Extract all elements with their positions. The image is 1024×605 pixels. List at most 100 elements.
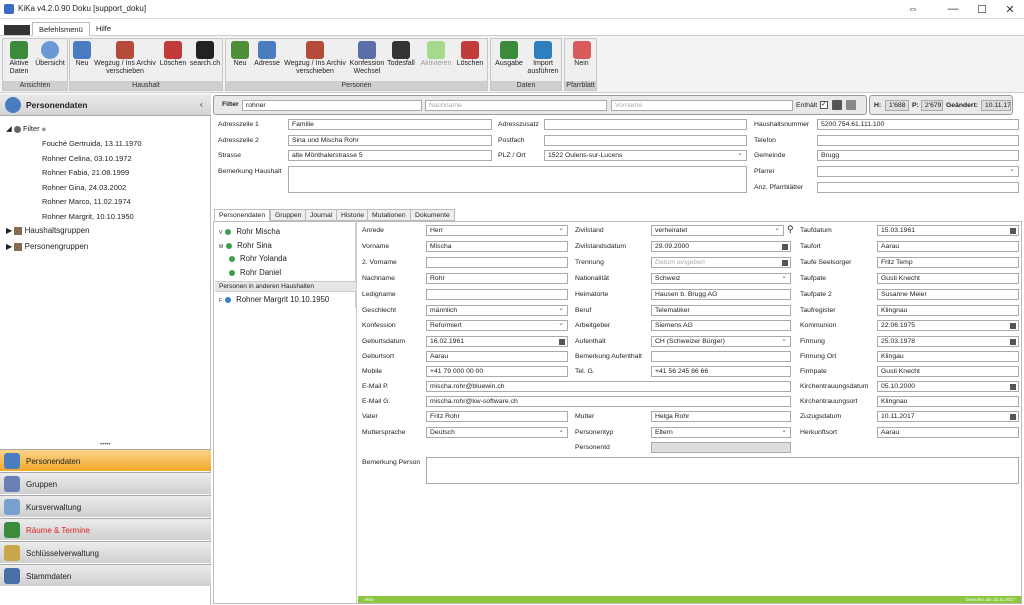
collapse-icon[interactable]: ‹ [200,100,203,109]
tree-item[interactable]: Rohner Marco, 11.02.1974 [42,197,131,206]
calendar-icon[interactable] [1010,414,1016,420]
ubersicht-button[interactable]: Übersicht [33,41,67,68]
nav-gruppen[interactable]: Gruppen [0,472,211,494]
calendar-icon[interactable] [782,260,788,266]
tab-historie[interactable]: Historie [336,209,370,221]
close-button[interactable]: ✕ [1000,3,1020,16]
tree-haushaltsgruppen[interactable]: ▶ Haushaltsgruppen [6,226,90,235]
konfession-wechsel-button[interactable]: Konfession Wechsel [348,41,386,76]
taufregister-input[interactable]: Klingnau [877,305,1019,316]
calendar-icon[interactable] [1010,323,1016,329]
geburtsort-input[interactable]: Aarau [426,351,568,362]
beruf-input[interactable]: Telematiker [651,305,791,316]
ausgabe-button[interactable]: Ausgabe [493,41,525,68]
tab-gruppen[interactable]: Gruppen [270,209,307,221]
adresszeile2-input[interactable]: Sina und Mischa Rohr [288,135,492,146]
calendar-icon[interactable] [1010,228,1016,234]
konfession-select[interactable]: Reformiert [426,320,568,331]
calendar-icon[interactable] [1010,384,1016,390]
strasse-input[interactable]: alte Mönthalerstrasse 5 [288,150,492,161]
haushalt-neu-button[interactable]: Neu [72,41,92,68]
tab-journal[interactable]: Journal [305,209,338,221]
anz-pfarrblatter-input[interactable] [817,182,1019,193]
adresszusatz-input[interactable] [544,119,747,130]
telefon-input[interactable] [817,135,1019,146]
postfach-input[interactable] [544,135,747,146]
enthalt-checkbox[interactable]: ✓ [820,101,828,109]
kirchentrauungsdatum-input[interactable]: 05.10.2000 [877,381,1019,392]
tab-befehlsmenu[interactable]: Befehlsmenü [32,22,90,36]
firmung-ort-input[interactable]: Klingau [877,351,1019,362]
tree-filter-node[interactable]: ◢ Filter ⊕ [6,124,46,133]
geschlecht-select[interactable]: männlich [426,305,568,316]
email-geschaft-input[interactable]: mischa.rohr@kw-software.ch [426,396,791,407]
nav-stammdaten[interactable]: Stammdaten [0,564,211,586]
email-privat-input[interactable]: mischa.rohr@bluewin.ch [426,381,791,392]
person-loschen-button[interactable]: Löschen [454,41,486,68]
mobile-input[interactable]: +41 79 000 00 00 [426,366,568,377]
bemerkung-haushalt-input[interactable] [288,166,747,193]
heimatorte-input[interactable]: Hausen b. Brugg AG [651,289,791,300]
filter-input[interactable]: rohner [242,100,422,111]
kommunion-input[interactable]: 22.06.1975 [877,320,1019,331]
plz-ort-select[interactable]: 1522 Oulens-sur-Lucens [544,150,747,161]
nav-schlusselverwaltung[interactable]: Schlüsselverwaltung [0,541,211,563]
herkunftsort-input[interactable]: Aarau [877,427,1019,438]
person-row[interactable]: Rohr Yolanda [229,254,287,263]
nav-kursverwaltung[interactable]: Kursverwaltung [0,495,211,517]
tree-item[interactable]: Fouché Gertruida, 13.11.1970 [42,139,142,148]
other-person-row[interactable]: F Rohner Margrit 10.10.1950 [219,295,329,304]
vorname-filter[interactable]: Vorname [611,100,793,111]
ledigname-input[interactable] [426,289,568,300]
taufpate-input[interactable]: Gusti Knecht [877,273,1019,284]
anrede-select[interactable]: Herr [426,225,568,236]
nachname-input[interactable]: Rohr [426,273,568,284]
bemerkung-aufenthalt-input[interactable] [651,351,791,362]
taufe-seelsorger-input[interactable]: Fritz Temp [877,257,1019,268]
calendar-icon[interactable] [1010,339,1016,345]
person-adresse-button[interactable]: Adresse [252,41,282,68]
tree-item[interactable]: Rohner Gina, 24.03.2002 [42,183,126,192]
nachname-filter[interactable]: Nachname [425,100,607,111]
app-menu-button[interactable] [4,25,30,35]
import-button[interactable]: Import ausführen [525,41,561,76]
haushaltsnummer-input[interactable]: 5200.754.61.111.100 [817,119,1019,130]
tab-hilfe[interactable]: Hilfe [90,22,117,36]
nav-raume-termine[interactable]: Räume & Termine [0,518,211,540]
clear-filter-icon[interactable] [846,100,856,110]
calendar-icon[interactable] [782,244,788,250]
personentyp-select[interactable]: Eltern [651,427,791,438]
taufort-input[interactable]: Aarau [877,241,1019,252]
bemerkung-person-input[interactable] [426,457,1019,484]
splitter-grip[interactable]: ••••• [100,442,111,448]
adresszeile1-input[interactable]: Familie [288,119,492,130]
tree-item[interactable]: Rohner Fabia, 21.08.1999 [42,168,129,177]
search-icon[interactable]: ⚲ [787,224,794,235]
mutter-input[interactable]: Helga Rohr [651,411,791,422]
gemeinde-input[interactable]: Brugg [817,150,1019,161]
haushalt-loschen-button[interactable]: Löschen [158,41,188,68]
person-row[interactable]: Rohr Daniel [229,268,281,277]
person-row[interactable]: V Rohr Mischa [219,227,280,236]
aktive-daten-button[interactable]: Aktive Daten [5,41,33,76]
tab-personendaten[interactable]: Personendaten [214,209,271,221]
taufpate2-input[interactable]: Susanne Meier [877,289,1019,300]
tab-mutationen[interactable]: Mutationen [367,209,411,221]
nav-personendaten[interactable]: Personendaten [0,449,211,471]
pfarrblatt-nein-button[interactable]: Nein [567,41,596,68]
aktivieren-button[interactable]: Aktivieren [418,41,454,68]
kirchentrauungsort-input[interactable]: Klingnau [877,396,1019,407]
zivilstandsdatum-input[interactable]: 29.09.2000 [651,241,791,252]
person-neu-button[interactable]: Neu [228,41,252,68]
tab-dokumente[interactable]: Dokumente [410,209,455,221]
todesfall-button[interactable]: Todesfall [386,41,416,68]
firmung-input[interactable]: 25.03.1978 [877,336,1019,347]
minimize-button[interactable]: — [943,3,963,15]
arbeitgeber-input[interactable]: Siemens AG [651,320,791,331]
pfarrei-select[interactable] [817,166,1019,177]
tree-item[interactable]: Rohner Celina, 03.10.1972 [42,154,132,163]
vorname2-input[interactable] [426,257,568,268]
tree-item[interactable]: Rohner Margrit, 10.10.1950 [42,212,134,221]
search-ch-button[interactable]: search.ch [188,41,222,68]
haushalt-wegzug-button[interactable]: Wegzug / Ins Archiv verschieben [92,41,158,76]
